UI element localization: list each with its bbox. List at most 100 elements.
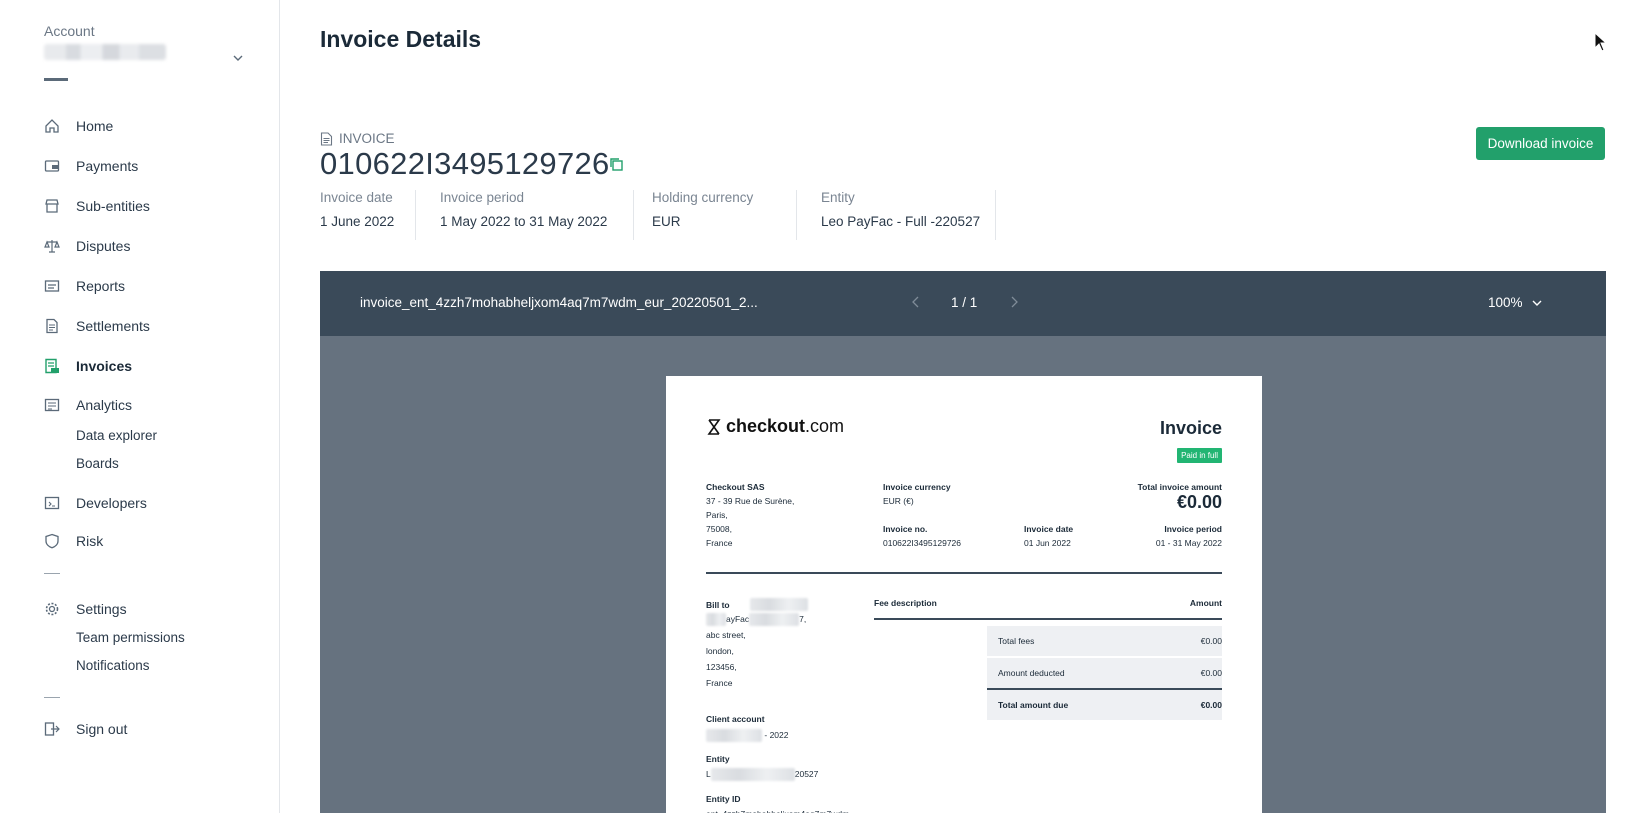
sidebar-item-label: Home xyxy=(76,118,114,134)
issuer-address: 37 - 39 Rue de Surène, Paris, 75008, Fra… xyxy=(706,494,794,550)
meta-entity: Entity Leo PayFac - Full -220527 xyxy=(801,190,996,240)
sidebar-item-developers[interactable]: Developers xyxy=(44,489,147,517)
sidebar-item-settings[interactable]: Settings xyxy=(44,595,127,623)
client-account-value: - 2022 xyxy=(706,728,788,743)
checkout-logo: checkout .com xyxy=(706,416,844,437)
page-title: Invoice Details xyxy=(320,26,482,52)
account-underline xyxy=(44,78,68,81)
table-row-total: Total amount due €0.00 xyxy=(987,690,1222,720)
main-content: Invoice Details INVOICE 010622I349512972… xyxy=(281,0,1639,813)
address-line: Paris, xyxy=(706,510,728,520)
document-viewer-toolbar: invoice_ent_4zzh7mohabheljxom4aq7m7wdm_e… xyxy=(320,271,1606,336)
developers-icon xyxy=(44,495,60,511)
reports-icon xyxy=(44,278,60,294)
fee-description-header: Fee description xyxy=(874,598,937,608)
fee-value: €0.00 xyxy=(1200,668,1222,678)
payments-icon xyxy=(44,158,60,174)
sidebar-item-label: Payments xyxy=(76,158,139,174)
account-name-redacted[interactable] xyxy=(44,44,166,60)
meta-value: 1 May 2022 to 31 May 2022 xyxy=(440,214,608,229)
sidebar-item-risk[interactable]: Risk xyxy=(44,527,103,555)
sidebar-item-settlements[interactable]: Settlements xyxy=(44,312,150,340)
sidebar-item-reports[interactable]: Reports xyxy=(44,272,125,300)
download-invoice-button[interactable]: Download invoice xyxy=(1476,127,1605,160)
sidebar-item-label: Analytics xyxy=(76,397,133,413)
issuer-name: Checkout SAS xyxy=(706,482,765,492)
home-icon xyxy=(44,118,60,134)
doc-invoice-date-label: Invoice date xyxy=(1024,524,1074,534)
address-line: 37 - 39 Rue de Surène, xyxy=(706,496,795,506)
table-row: Amount deducted €0.00 xyxy=(987,658,1222,688)
document-viewer[interactable]: checkout .com Invoice Paid in full Checko… xyxy=(320,336,1606,813)
meta-value: EUR xyxy=(652,214,681,229)
account-label: Account xyxy=(44,23,95,39)
store-icon xyxy=(44,198,60,214)
invoice-no-value: 010622I3495129726 xyxy=(883,538,961,548)
entity-id-label: Entity ID xyxy=(706,794,741,804)
chevron-left-icon[interactable] xyxy=(911,295,921,309)
sidebar-subitem-team-permissions[interactable]: Team permissions xyxy=(76,630,185,645)
sidebar-item-label: Settlements xyxy=(76,318,150,334)
document-icon xyxy=(320,131,333,146)
redacted-text xyxy=(706,729,762,743)
bill-to-line: France xyxy=(706,678,733,688)
sidebar-item-label: Developers xyxy=(76,495,147,511)
sidebar-item-analytics[interactable]: Analytics xyxy=(44,391,132,419)
bill-to-line: 123456, xyxy=(706,662,737,672)
invoice-kicker: INVOICE xyxy=(320,131,395,146)
sidebar-item-disputes[interactable]: Disputes xyxy=(44,232,130,260)
total-invoice-amount-value: €0.00 xyxy=(1176,492,1222,512)
sidebar-item-sub-entities[interactable]: Sub-entities xyxy=(44,192,150,220)
redacted-text xyxy=(710,768,795,782)
entity-value: L 20527 xyxy=(706,767,819,782)
fee-value: €0.00 xyxy=(1200,636,1222,646)
bill-to-block: Bill to ayFac 7, abc street, london, 1234… xyxy=(706,598,808,690)
table-row: Total fees €0.00 xyxy=(987,626,1222,656)
sidebar: Account Home Payments Sub-entities Dispu… xyxy=(0,0,280,813)
sidebar-divider xyxy=(44,697,60,698)
sidebar-subitem-notifications[interactable]: Notifications xyxy=(76,658,150,673)
bill-to-label: Bill to xyxy=(706,600,730,610)
redacted-text xyxy=(706,613,726,627)
invoice-document-page: checkout .com Invoice Paid in full Checko… xyxy=(666,376,1262,813)
meta-value: 1 June 2022 xyxy=(320,214,395,229)
entity-label: Entity xyxy=(706,754,730,764)
total-due-value: €0.00 xyxy=(1200,700,1222,710)
address-line: France xyxy=(706,538,733,548)
sidebar-item-label: Risk xyxy=(76,533,104,549)
chevron-down-icon[interactable] xyxy=(232,52,244,64)
brand-light: .com xyxy=(805,416,845,436)
sidebar-item-sign-out[interactable]: Sign out xyxy=(44,715,127,743)
document-title: Invoice xyxy=(1159,418,1222,438)
meta-holding-currency: Holding currency EUR xyxy=(652,190,797,240)
entity-tail: 20527 xyxy=(794,769,819,779)
meta-invoice-date: Invoice date 1 June 2022 xyxy=(320,190,416,240)
chevron-down-icon xyxy=(1531,297,1543,309)
checkout-logo-icon xyxy=(706,418,722,436)
zoom-select[interactable]: 100% xyxy=(1488,295,1543,310)
sidebar-subitem-data-explorer[interactable]: Data explorer xyxy=(76,428,157,443)
address-line: 75008, xyxy=(706,524,732,534)
shield-icon xyxy=(44,533,60,549)
sidebar-item-invoices[interactable]: Invoices xyxy=(44,352,132,380)
copy-icon[interactable] xyxy=(609,157,623,171)
amount-header: Amount xyxy=(1189,598,1222,608)
meta-invoice-period: Invoice period 1 May 2022 to 31 May 2022 xyxy=(440,190,634,240)
sidebar-subitem-boards[interactable]: Boards xyxy=(76,456,119,471)
sidebar-item-home[interactable]: Home xyxy=(44,112,113,140)
doc-invoice-period-label: Invoice period xyxy=(1164,524,1222,534)
meta-label: Invoice date xyxy=(320,190,393,205)
fee-label: Amount deducted xyxy=(998,668,1065,678)
chevron-right-icon[interactable] xyxy=(1009,295,1019,309)
sidebar-item-payments[interactable]: Payments xyxy=(44,152,138,180)
entity-id-value: ent_4zzh7mohabheljxom4aq7m7wdm xyxy=(706,807,849,813)
zoom-value: 100% xyxy=(1488,295,1523,310)
brand-bold: checkout xyxy=(726,416,806,436)
fee-label: Total fees xyxy=(998,636,1035,646)
doc-invoice-date-value: 01 Jun 2022 xyxy=(1024,538,1071,548)
document-icon xyxy=(44,318,60,334)
sidebar-item-label: Invoices xyxy=(76,358,133,374)
table-header-rule xyxy=(874,618,1222,620)
redacted-text xyxy=(750,598,808,611)
mouse-cursor-icon xyxy=(1594,32,1608,52)
